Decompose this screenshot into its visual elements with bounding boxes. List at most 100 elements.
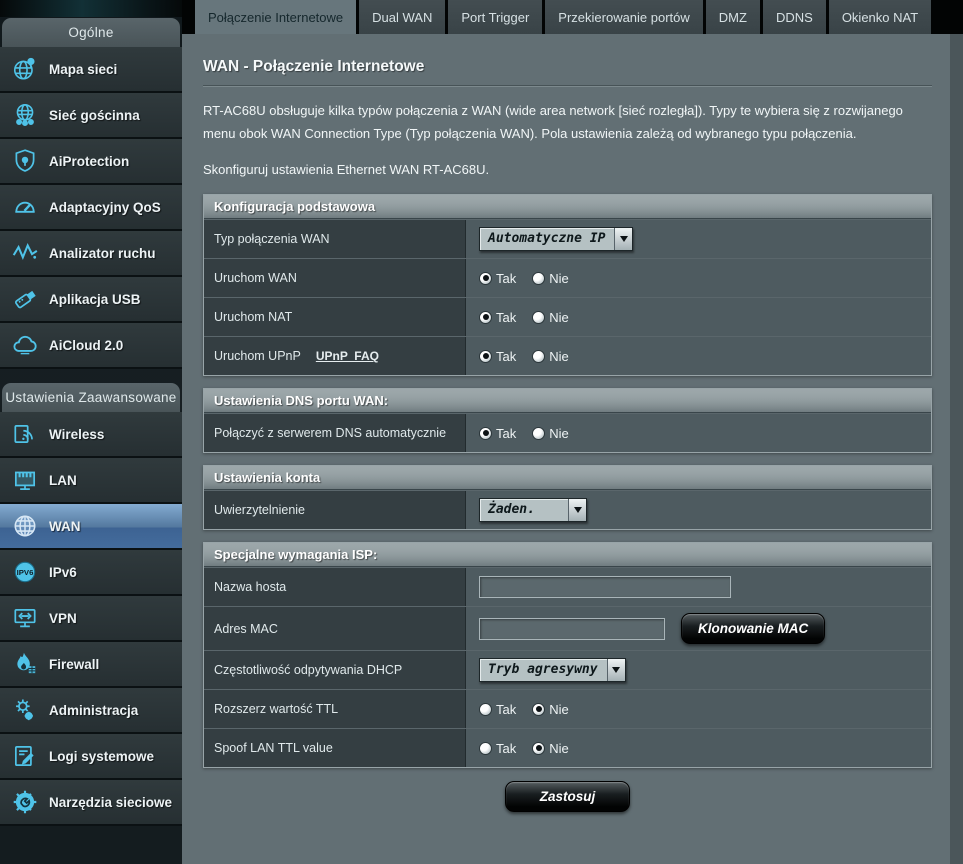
radio-option-no[interactable]: Nie bbox=[532, 702, 569, 717]
radio-yes[interactable] bbox=[479, 427, 492, 440]
tab-port-trigger[interactable]: Port Trigger bbox=[448, 0, 542, 34]
radio-label: Nie bbox=[549, 310, 569, 325]
ttl-extend-radio-group: Tak Nie bbox=[479, 702, 569, 717]
sidebar-item-label: Firewall bbox=[43, 657, 99, 672]
tab-label: Okienko NAT bbox=[842, 10, 918, 25]
apply-button[interactable]: Zastosuj bbox=[505, 781, 631, 812]
mac-address-input[interactable] bbox=[479, 618, 665, 640]
radio-option-yes[interactable]: Tak bbox=[479, 702, 516, 717]
tab-ddns[interactable]: DDNS bbox=[763, 0, 826, 34]
wireless-icon bbox=[7, 420, 43, 448]
radio-option-yes[interactable]: Tak bbox=[479, 426, 516, 441]
section-account: Ustawienia konta Uwierzytelnienie Żaden. bbox=[203, 465, 932, 530]
radio-no[interactable] bbox=[532, 311, 545, 324]
intro-text-2: Skonfiguruj ustawienia Ethernet WAN RT-A… bbox=[203, 159, 932, 182]
radio-label: Tak bbox=[496, 741, 516, 756]
sidebar-item-aicloud[interactable]: AiCloud 2.0 bbox=[0, 323, 182, 369]
tab-polaczenie-internetowe[interactable]: Połączenie Internetowe bbox=[195, 0, 356, 34]
radio-option-no[interactable]: Nie bbox=[532, 349, 569, 364]
radio-yes[interactable] bbox=[479, 311, 492, 324]
sidebar-item-logi-systemowe[interactable]: Logi systemowe bbox=[0, 734, 182, 780]
sidebar-section-general: Ogólne bbox=[2, 18, 180, 47]
sidebar-item-label: Adaptacyjny QoS bbox=[43, 200, 161, 215]
sidebar-top-strip bbox=[0, 0, 182, 17]
radio-option-no[interactable]: Nie bbox=[532, 271, 569, 286]
sidebar-item-mapa-sieci[interactable]: Mapa sieci bbox=[0, 47, 182, 93]
sidebar-item-analizator-ruchu[interactable]: Analizator ruchu bbox=[0, 231, 182, 277]
radio-yes[interactable] bbox=[479, 350, 492, 363]
sidebar-item-lan[interactable]: LAN bbox=[0, 458, 182, 504]
section-header: Konfiguracja podstawowa bbox=[204, 195, 931, 219]
radio-no[interactable] bbox=[532, 272, 545, 285]
section-header: Specjalne wymagania ISP: bbox=[204, 543, 931, 567]
wan-type-select[interactable]: Automatyczne IP bbox=[479, 227, 633, 251]
tab-dmz[interactable]: DMZ bbox=[706, 0, 760, 34]
sidebar-item-wan[interactable]: WAN bbox=[0, 504, 182, 550]
hostname-input[interactable] bbox=[479, 576, 731, 598]
sidebar-item-label: Logi systemowe bbox=[43, 749, 154, 764]
row-label: Typ połączenia WAN bbox=[204, 220, 466, 258]
enable-upnp-radio-group: Tak Nie bbox=[479, 349, 569, 364]
row-label: Uwierzytelnienie bbox=[204, 491, 466, 529]
tab-przekierowanie-portow[interactable]: Przekierowanie portów bbox=[545, 0, 703, 34]
auth-select[interactable]: Żaden. bbox=[479, 498, 587, 522]
sidebar-item-narzedzia-sieciowe[interactable]: Narzędzia sieciowe bbox=[0, 780, 182, 826]
title-divider bbox=[203, 85, 932, 87]
sidebar-item-label: VPN bbox=[43, 611, 77, 626]
radio-no[interactable] bbox=[532, 742, 545, 755]
radio-yes[interactable] bbox=[479, 272, 492, 285]
section-header: Ustawienia DNS portu WAN: bbox=[204, 389, 931, 413]
shield-icon bbox=[7, 147, 43, 175]
sidebar-item-adaptacyjny-qos[interactable]: Adaptacyjny QoS bbox=[0, 185, 182, 231]
enable-wan-radio-group: Tak Nie bbox=[479, 271, 569, 286]
traffic-analyzer-icon bbox=[7, 239, 43, 267]
radio-yes[interactable] bbox=[479, 742, 492, 755]
sidebar-item-vpn[interactable]: VPN bbox=[0, 596, 182, 642]
radio-option-yes[interactable]: Tak bbox=[479, 349, 516, 364]
radio-option-no[interactable]: Nie bbox=[532, 741, 569, 756]
flame-icon bbox=[7, 650, 43, 678]
tab-okienko-nat[interactable]: Okienko NAT bbox=[829, 0, 931, 34]
radio-label: Nie bbox=[549, 426, 569, 441]
radio-label: Tak bbox=[496, 702, 516, 717]
upnp-faq-link[interactable]: UPnP FAQ bbox=[316, 349, 379, 363]
ipv6-icon: IPV6 bbox=[7, 558, 43, 586]
radio-option-no[interactable]: Nie bbox=[532, 426, 569, 441]
dhcp-frequency-select[interactable]: Tryb agresywny bbox=[479, 658, 626, 682]
radio-option-yes[interactable]: Tak bbox=[479, 741, 516, 756]
spoof-ttl-radio-group: Tak Nie bbox=[479, 741, 569, 756]
tab-label: Port Trigger bbox=[461, 10, 529, 25]
sidebar-item-wireless[interactable]: Wireless bbox=[0, 412, 182, 458]
radio-option-yes[interactable]: Tak bbox=[479, 310, 516, 325]
radio-no[interactable] bbox=[532, 427, 545, 440]
sidebar-item-firewall[interactable]: Firewall bbox=[0, 642, 182, 688]
sidebar-item-aiprotection[interactable]: AiProtection bbox=[0, 139, 182, 185]
auto-dns-radio-group: Tak Nie bbox=[479, 426, 569, 441]
radio-option-yes[interactable]: Tak bbox=[479, 271, 516, 286]
row-label: Spoof LAN TTL value bbox=[204, 729, 466, 767]
row-enable-wan: Uruchom WAN Tak Nie bbox=[204, 258, 931, 297]
radio-no[interactable] bbox=[532, 350, 545, 363]
chevron-down-icon bbox=[568, 499, 586, 521]
sidebar-item-aplikacja-usb[interactable]: Aplikacja USB bbox=[0, 277, 182, 323]
select-value: Żaden. bbox=[480, 499, 544, 521]
row-label: Nazwa hosta bbox=[204, 568, 466, 606]
sidebar-item-label: Aplikacja USB bbox=[43, 292, 141, 307]
sidebar-item-administracja[interactable]: Administracja bbox=[0, 688, 182, 734]
sidebar-item-ipv6[interactable]: IPV6 IPv6 bbox=[0, 550, 182, 596]
row-wan-type: Typ połączenia WAN Automatyczne IP bbox=[204, 219, 931, 258]
radio-label: Nie bbox=[549, 349, 569, 364]
right-margin-strip bbox=[950, 34, 963, 864]
page-title: WAN - Połączenie Internetowe bbox=[203, 58, 932, 76]
row-enable-upnp: Uruchom UPnP UPnP FAQ Tak Nie bbox=[204, 336, 931, 375]
tab-dual-wan[interactable]: Dual WAN bbox=[359, 0, 445, 34]
radio-no[interactable] bbox=[532, 703, 545, 716]
clone-mac-button[interactable]: Klonowanie MAC bbox=[681, 613, 825, 644]
radio-option-no[interactable]: Nie bbox=[532, 310, 569, 325]
sidebar-item-siec-goscinna[interactable]: Sieć gościnna bbox=[0, 93, 182, 139]
cloud-icon bbox=[7, 331, 43, 359]
radio-yes[interactable] bbox=[479, 703, 492, 716]
sidebar-item-label: Administracja bbox=[43, 703, 138, 718]
sidebar: Ogólne Mapa sieci Sieć gościnna bbox=[0, 0, 182, 864]
svg-text:IPV6: IPV6 bbox=[17, 568, 34, 577]
